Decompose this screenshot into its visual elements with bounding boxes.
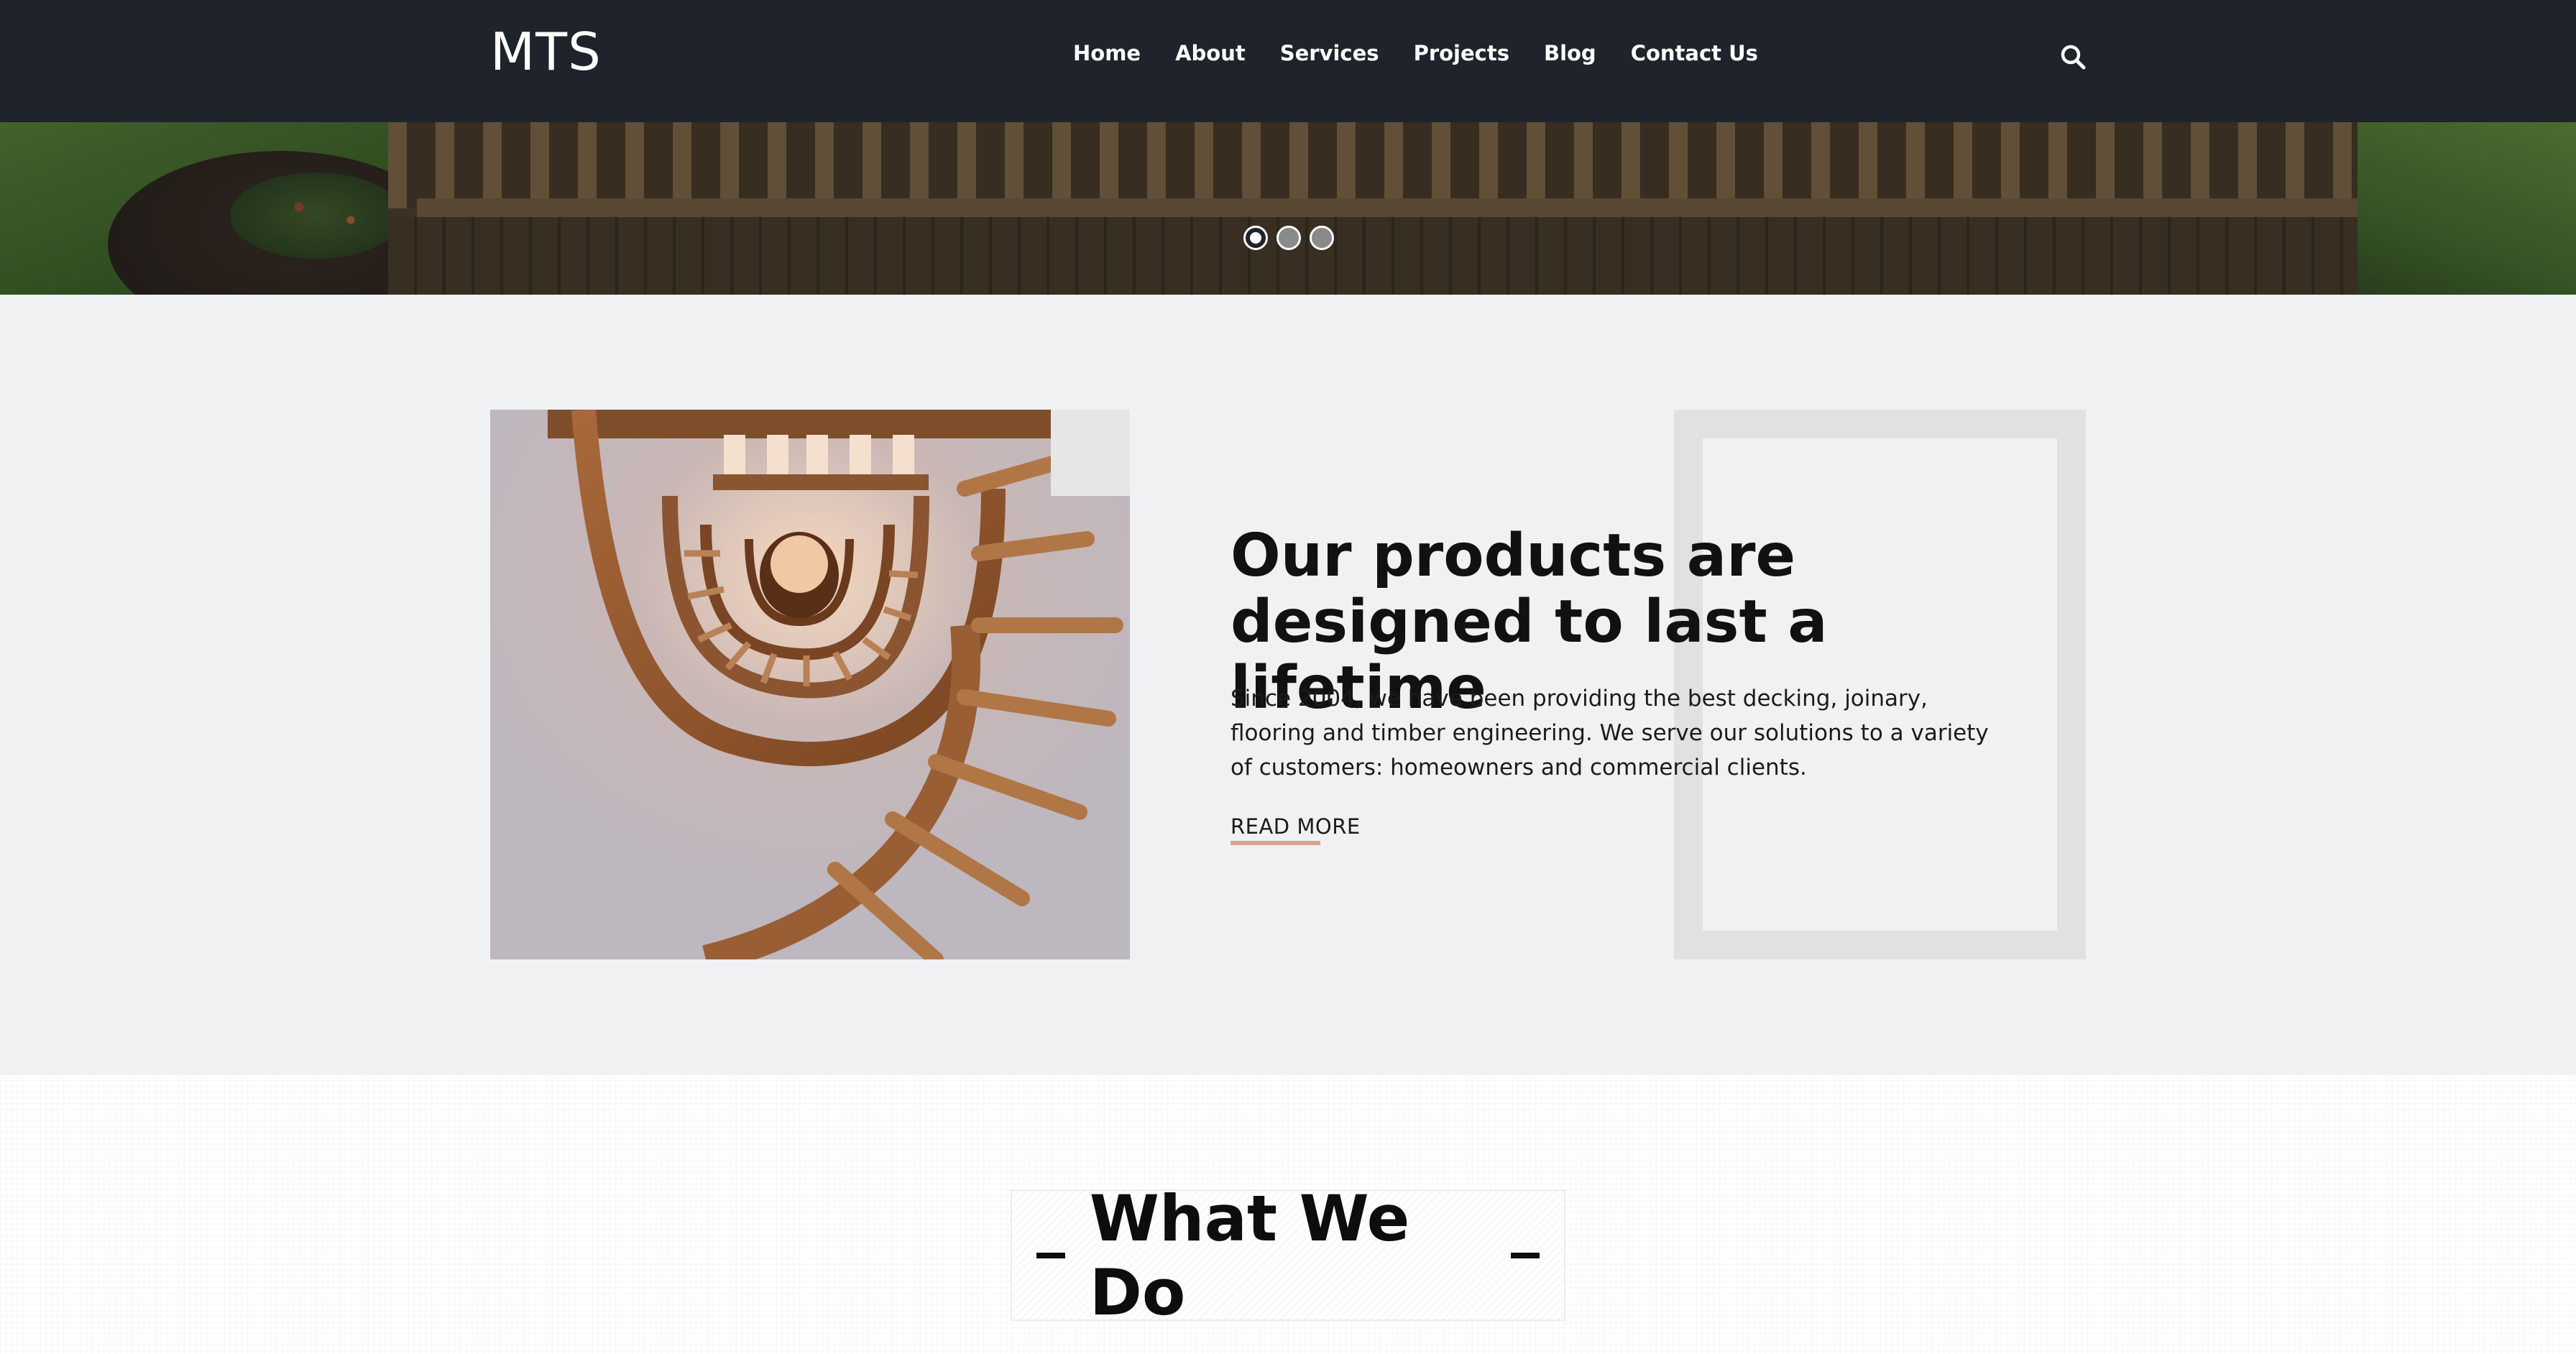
read-more-underline [1230,841,1320,845]
nav-services[interactable]: Services [1280,43,1379,64]
staircase-image [490,410,1130,959]
read-more-link[interactable]: READ MORE [1230,814,1361,841]
about-text: Since 2004, we have been providing the b… [1230,686,1989,781]
search-icon[interactable] [2060,44,2086,70]
nav-contact-us[interactable]: Contact Us [1631,43,1758,64]
about-section: Our products are designed to last a life… [0,295,2576,1074]
dash-left [1036,1252,1065,1258]
site-logo[interactable]: MTS [490,26,602,78]
site-header: MTS Home About Services Projects Blog Co… [0,0,2576,122]
slider-dot-3[interactable] [1310,226,1334,250]
slider-dots [1243,226,1343,250]
what-we-do-section: What We Do [0,1074,2576,1354]
main-nav: Home About Services Projects Blog Contac… [1073,43,1758,64]
what-we-do-title: What We Do [1089,1181,1410,1330]
nav-about[interactable]: About [1175,43,1246,64]
slider-dot-1[interactable] [1243,226,1268,250]
nav-blog[interactable]: Blog [1544,43,1596,64]
hero-slider [0,122,2576,295]
slider-dot-2[interactable] [1276,226,1301,250]
dash-right [1511,1252,1540,1258]
nav-projects[interactable]: Projects [1414,43,1509,64]
nav-home[interactable]: Home [1073,43,1141,64]
what-we-do-heading-box: What We Do [1011,1182,1565,1330]
